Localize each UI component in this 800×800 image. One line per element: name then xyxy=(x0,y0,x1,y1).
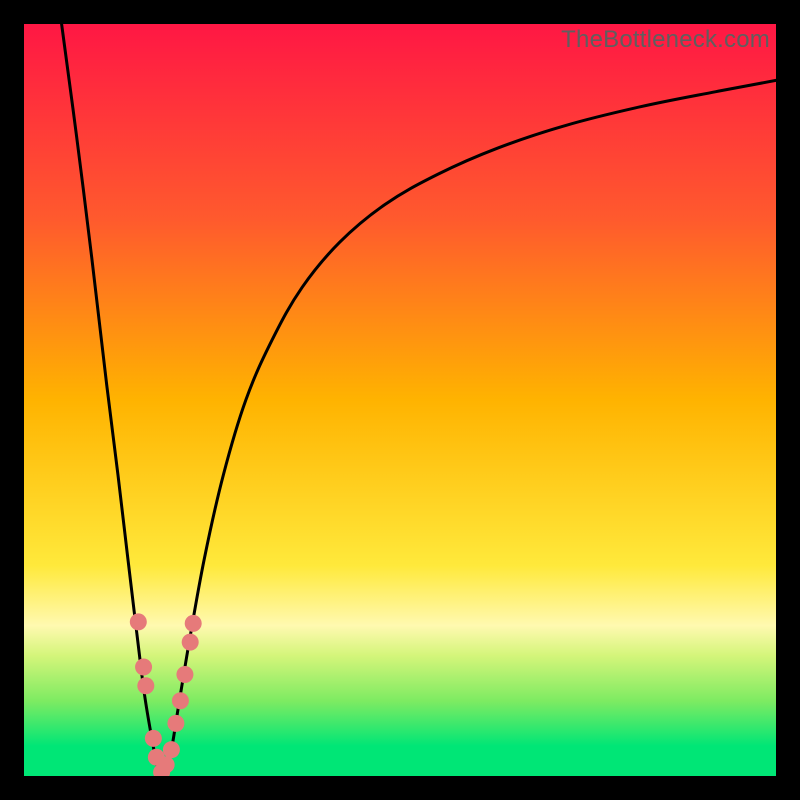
plot-area: TheBottleneck.com xyxy=(24,24,776,776)
data-marker xyxy=(145,730,162,747)
bottleneck-chart xyxy=(24,24,776,776)
data-marker xyxy=(130,613,147,630)
watermark-text: TheBottleneck.com xyxy=(561,26,770,54)
chart-frame: TheBottleneck.com xyxy=(0,0,800,800)
data-marker xyxy=(182,634,199,651)
data-marker xyxy=(135,658,152,675)
data-marker xyxy=(158,756,175,773)
data-marker xyxy=(176,666,193,683)
data-marker xyxy=(185,615,202,632)
data-marker xyxy=(172,692,189,709)
data-marker xyxy=(167,715,184,732)
data-marker xyxy=(137,677,154,694)
data-marker xyxy=(163,741,180,758)
